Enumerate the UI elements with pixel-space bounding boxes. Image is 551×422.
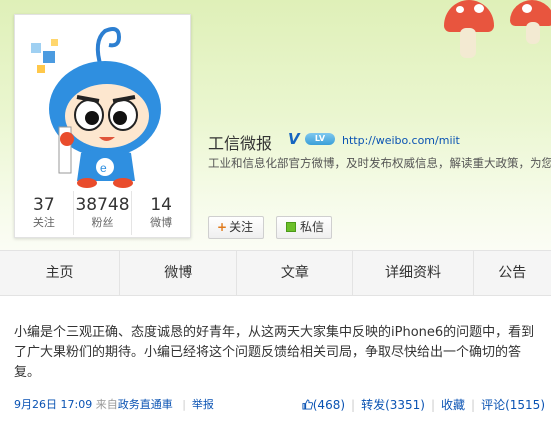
tab-articles[interactable]: 文章	[237, 251, 354, 295]
stat-following[interactable]: 37 关注	[15, 191, 74, 235]
follow-label: 关注	[229, 220, 254, 234]
stat-value: 37	[33, 195, 55, 215]
tab-details[interactable]: 详细资料	[353, 251, 474, 295]
favorite-button[interactable]: 收藏	[441, 398, 465, 412]
stat-posts[interactable]: 14 微博	[132, 191, 190, 235]
tab-weibo[interactable]: 微博	[120, 251, 238, 295]
like-count: (468)	[312, 398, 346, 412]
tab-announcements[interactable]: 公告	[474, 251, 551, 295]
profile-name: 工信微报	[208, 134, 273, 153]
repost-button[interactable]: 转发(3351)	[361, 398, 425, 412]
stat-label: 关注	[32, 216, 55, 229]
profile-stats: 37 关注 38748 粉丝 14 微博	[15, 191, 190, 235]
plus-icon: +	[217, 220, 228, 234]
source-prefix: 来自	[95, 398, 118, 411]
profile-tabs: 主页 微博 文章 详细资料 公告	[0, 250, 551, 296]
post-text: 小编是个三观正确、态度诚恳的好青年，从这两天大家集中反映的iPhone6的问题中…	[14, 325, 535, 380]
stat-label: 粉丝	[91, 216, 114, 229]
thumbs-up-icon	[302, 399, 313, 410]
svg-text:e: e	[100, 161, 107, 175]
message-label: 私信	[300, 220, 325, 234]
follow-button[interactable]: + 关注	[208, 216, 264, 239]
message-icon	[286, 222, 296, 232]
tab-home[interactable]: 主页	[0, 251, 121, 295]
post-date-link[interactable]: 9月26日 17:09	[14, 398, 92, 411]
stat-followers[interactable]: 38748 粉丝	[74, 191, 133, 235]
report-link[interactable]: 举报	[192, 398, 214, 411]
mushroom-decoration	[440, 0, 551, 70]
comment-button[interactable]: 评论(1515)	[481, 398, 545, 412]
profile-url-link[interactable]: http://weibo.com/miit	[342, 134, 460, 147]
profile-description: 工业和信息化部官方微博，及时发布权威信息，解读重大政策，为您排	[208, 156, 551, 170]
avatar-card: e 37 关注 38748 粉丝 14 微博	[14, 14, 191, 238]
like-button[interactable]: (468)	[302, 398, 345, 412]
avatar-mascot-icon[interactable]: e	[23, 21, 183, 191]
stat-label: 微博	[150, 216, 173, 229]
verified-icon[interactable]: V	[288, 130, 300, 148]
level-badge-icon[interactable]: LV	[305, 133, 335, 145]
post-meta: 9月26日 17:09 来自政务直通車 | 举报	[14, 398, 214, 411]
source-link[interactable]: 政务直通車	[118, 398, 173, 411]
message-button[interactable]: 私信	[276, 216, 332, 239]
stat-value: 38748	[75, 195, 130, 215]
stat-value: 14	[150, 195, 172, 215]
post-actions: (468) | 转发(3351) | 收藏 | 评论(1515)	[302, 396, 545, 413]
